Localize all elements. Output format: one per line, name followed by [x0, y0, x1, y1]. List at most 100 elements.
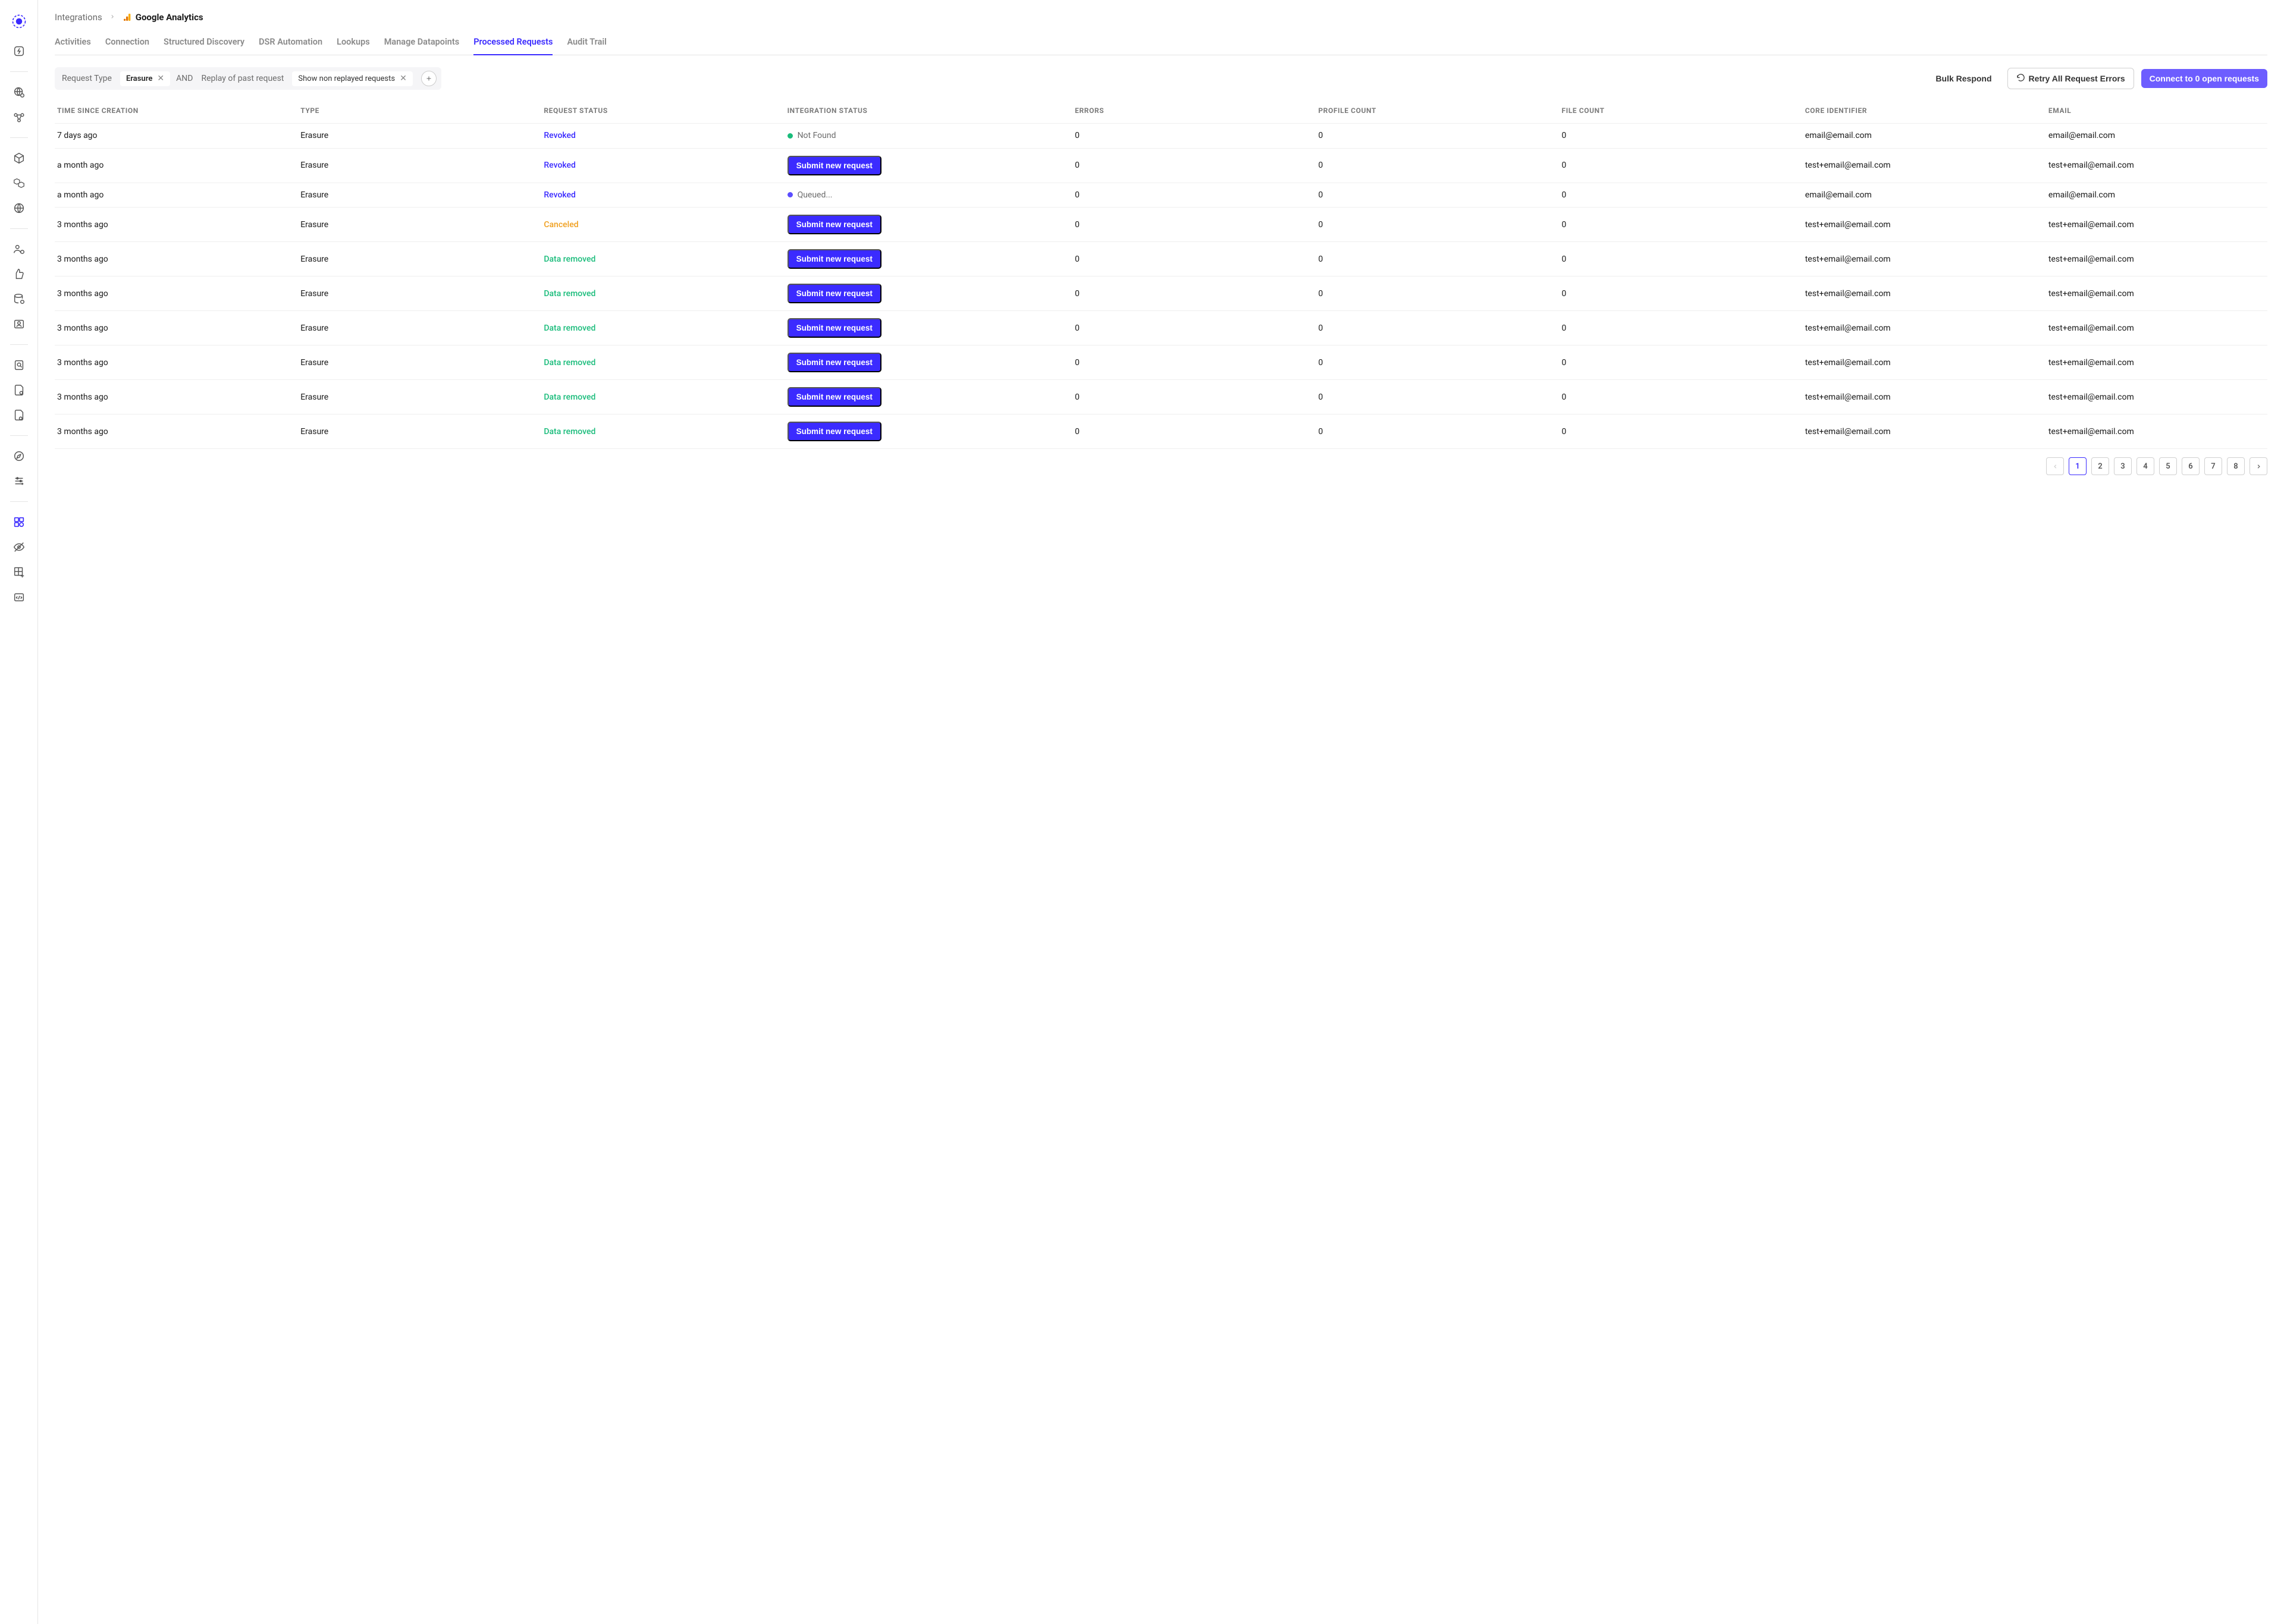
- table-row[interactable]: 3 months agoErasureData removedSubmit ne…: [55, 380, 2267, 414]
- close-icon[interactable]: ✕: [157, 74, 164, 83]
- submit-new-request-button[interactable]: Submit new request: [788, 156, 881, 175]
- submit-new-request-button[interactable]: Submit new request: [788, 387, 881, 407]
- users-gear-icon[interactable]: [8, 238, 30, 260]
- integrations-icon[interactable]: [8, 511, 30, 533]
- page-prev: [2046, 457, 2064, 475]
- breadcrumb-root[interactable]: Integrations: [55, 12, 102, 23]
- logo-icon[interactable]: [8, 11, 30, 32]
- status-dot-icon: [788, 133, 793, 139]
- submit-new-request-button[interactable]: Submit new request: [788, 215, 881, 234]
- table-row[interactable]: 3 months agoErasureData removedSubmit ne…: [55, 345, 2267, 380]
- table-row[interactable]: a month agoErasureRevokedQueued...000ema…: [55, 183, 2267, 208]
- breadcrumb: Integrations Google Analytics: [55, 12, 2267, 23]
- tabs: Activities Connection Structured Discovery…: [55, 33, 2267, 55]
- tab-dsr-automation[interactable]: DSR Automation: [259, 33, 322, 55]
- globe-gear-icon[interactable]: [8, 81, 30, 103]
- page-6[interactable]: 6: [2182, 457, 2200, 475]
- globe-icon[interactable]: [8, 197, 30, 219]
- table-row[interactable]: 7 days agoErasureRevokedNot Found000emai…: [55, 124, 2267, 149]
- col-integration-status[interactable]: INTEGRATION STATUS: [785, 100, 1073, 124]
- col-core-identifier[interactable]: CORE IDENTIFIER: [1803, 100, 2046, 124]
- thumbs-up-icon[interactable]: [8, 263, 30, 285]
- google-analytics-icon: [123, 12, 132, 22]
- col-type[interactable]: TYPE: [298, 100, 541, 124]
- col-file-count[interactable]: FILE COUNT: [1560, 100, 1803, 124]
- filter-chip-nonreplayed[interactable]: Show non replayed requests ✕: [292, 71, 412, 86]
- bulk-respond-button[interactable]: Bulk Respond: [1927, 69, 2000, 88]
- table-row[interactable]: 3 months agoErasureData removedSubmit ne…: [55, 414, 2267, 449]
- main-content: Integrations Google Analytics Activities…: [38, 0, 2284, 1624]
- filter-chip-replay[interactable]: Replay of past request: [199, 74, 286, 83]
- toolbar-actions: Bulk Respond Retry All Request Errors Co…: [1927, 68, 2267, 89]
- page-7[interactable]: 7: [2204, 457, 2222, 475]
- close-icon[interactable]: ✕: [400, 74, 407, 83]
- tab-activities[interactable]: Activities: [55, 33, 91, 55]
- request-status: Revoked: [544, 190, 576, 200]
- sliders-icon[interactable]: [8, 470, 30, 492]
- page-3[interactable]: 3: [2114, 457, 2132, 475]
- cubes-icon[interactable]: [8, 172, 30, 194]
- id-card-icon[interactable]: [8, 313, 30, 335]
- page-1[interactable]: 1: [2069, 457, 2087, 475]
- table-row[interactable]: 3 months agoErasureCanceledSubmit new re…: [55, 208, 2267, 242]
- table-row[interactable]: a month agoErasureRevokedSubmit new requ…: [55, 148, 2267, 183]
- integration-status: Queued...: [788, 190, 833, 200]
- col-errors[interactable]: ERRORS: [1072, 100, 1316, 124]
- page-4[interactable]: 4: [2136, 457, 2154, 475]
- file-search-icon[interactable]: [8, 379, 30, 401]
- retry-label: Retry All Request Errors: [2029, 74, 2125, 83]
- request-status: Data removed: [544, 289, 595, 299]
- filter-and: AND: [176, 74, 193, 83]
- filter-chip-erasure[interactable]: Erasure ✕: [120, 71, 170, 86]
- file-lock-icon[interactable]: [8, 404, 30, 426]
- col-request-status[interactable]: REQUEST STATUS: [541, 100, 785, 124]
- chip-text: Show non replayed requests: [298, 74, 395, 83]
- breadcrumb-title: Google Analytics: [136, 12, 203, 23]
- tab-manage-datapoints[interactable]: Manage Datapoints: [384, 33, 459, 55]
- tab-lookups[interactable]: Lookups: [337, 33, 370, 55]
- submit-new-request-button[interactable]: Submit new request: [788, 422, 881, 441]
- col-profile-count[interactable]: PROFILE COUNT: [1316, 100, 1559, 124]
- network-icon[interactable]: [8, 106, 30, 128]
- submit-new-request-button[interactable]: Submit new request: [788, 318, 881, 338]
- col-time[interactable]: TIME SINCE CREATION: [55, 100, 298, 124]
- chip-text: Erasure: [126, 74, 152, 83]
- tab-processed-requests[interactable]: Processed Requests: [473, 33, 553, 55]
- requests-table: TIME SINCE CREATION TYPE REQUEST STATUS …: [55, 100, 2267, 449]
- lightning-icon[interactable]: [8, 40, 30, 62]
- retry-errors-button[interactable]: Retry All Request Errors: [2007, 68, 2134, 89]
- tab-connection[interactable]: Connection: [105, 33, 149, 55]
- code-box-icon[interactable]: [8, 586, 30, 608]
- breadcrumb-current: Google Analytics: [123, 12, 203, 23]
- status-dot-icon: [788, 192, 793, 197]
- search-doc-icon[interactable]: [8, 354, 30, 376]
- page-next[interactable]: [2250, 457, 2267, 475]
- cube-icon[interactable]: [8, 147, 30, 169]
- request-status: Data removed: [544, 323, 595, 333]
- database-gear-icon[interactable]: [8, 288, 30, 310]
- col-email[interactable]: EMAIL: [2046, 100, 2267, 124]
- submit-new-request-button[interactable]: Submit new request: [788, 284, 881, 303]
- tab-audit-trail[interactable]: Audit Trail: [567, 33, 606, 55]
- add-filter-button[interactable]: [421, 71, 437, 86]
- eye-off-icon[interactable]: [8, 536, 30, 558]
- submit-new-request-button[interactable]: Submit new request: [788, 353, 881, 372]
- request-status: Canceled: [544, 220, 578, 230]
- request-status: Data removed: [544, 392, 595, 402]
- tab-structured-discovery[interactable]: Structured Discovery: [164, 33, 244, 55]
- table-row[interactable]: 3 months agoErasureData removedSubmit ne…: [55, 311, 2267, 345]
- sidebar: [0, 0, 38, 1624]
- compass-icon[interactable]: [8, 445, 30, 467]
- filter-label: Request Type: [59, 74, 114, 83]
- submit-new-request-button[interactable]: Submit new request: [788, 249, 881, 269]
- page-2[interactable]: 2: [2091, 457, 2109, 475]
- table-add-icon[interactable]: [8, 561, 30, 583]
- connect-requests-button[interactable]: Connect to 0 open requests: [2141, 69, 2267, 88]
- request-status: Revoked: [544, 161, 576, 170]
- request-status: Data removed: [544, 358, 595, 367]
- table-row[interactable]: 3 months agoErasureData removedSubmit ne…: [55, 242, 2267, 277]
- request-status: Revoked: [544, 131, 576, 140]
- table-row[interactable]: 3 months agoErasureData removedSubmit ne…: [55, 277, 2267, 311]
- page-8[interactable]: 8: [2227, 457, 2245, 475]
- page-5[interactable]: 5: [2159, 457, 2177, 475]
